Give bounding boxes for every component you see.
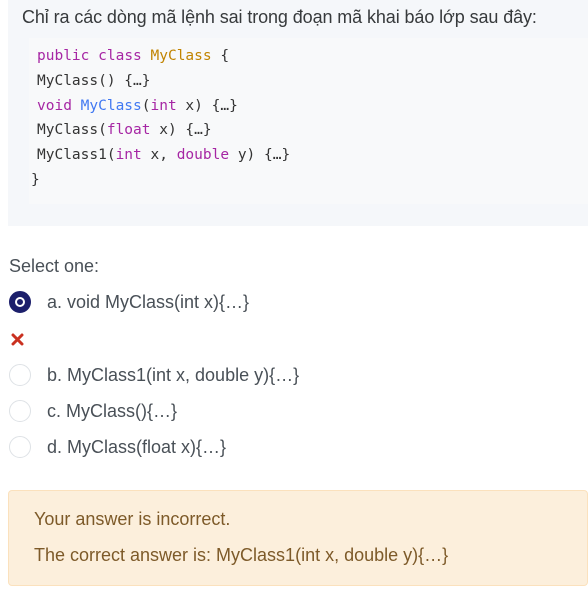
code-line: MyClass1(int x, double y) {…}	[37, 147, 290, 163]
answer-label[interactable]: b. MyClass1(int x, double y){…}	[47, 365, 299, 386]
code-token: MyClass	[80, 98, 142, 114]
code-token: class	[98, 48, 142, 64]
answer-option-d[interactable]: d. MyClass(float x){…}	[9, 434, 226, 460]
answer-label[interactable]: a. void MyClass(int x){…}	[47, 292, 249, 313]
select-prompt: Select one:	[9, 256, 100, 276]
close-icon	[11, 333, 24, 346]
code-token: {	[211, 48, 230, 64]
radio-button[interactable]	[9, 400, 31, 422]
radio-button-checked[interactable]	[9, 291, 31, 313]
answer-option-c[interactable]: c. MyClass(){…}	[9, 398, 177, 424]
correct-answer-text: The correct answer is: MyClass1(int x, d…	[34, 545, 449, 565]
feedback-status: Your answer is incorrect.	[34, 509, 231, 529]
answer-option-b[interactable]: b. MyClass1(int x, double y){…}	[9, 362, 299, 388]
code-token: MyClass1(	[37, 147, 116, 163]
code-token: MyClass(	[37, 122, 107, 138]
answer-label[interactable]: c. MyClass(){…}	[47, 401, 177, 422]
code-token: void	[37, 98, 72, 114]
radio-button[interactable]	[9, 364, 31, 386]
code-block: public class MyClass { MyClass() {…} voi…	[29, 38, 588, 204]
code-token: int	[115, 147, 142, 163]
code-line: MyClass(float x) {…}	[37, 122, 212, 138]
code-token: (	[141, 98, 151, 114]
code-token: MyClass() {…}	[37, 73, 151, 89]
code-line: public class MyClass {	[37, 48, 229, 64]
code-line: void MyClass(int x) {…}	[37, 98, 238, 114]
code-token: x) {…}	[150, 122, 212, 138]
code-token: y) {…}	[229, 147, 291, 163]
question-text: Chỉ ra các dòng mã lệnh sai trong đoạn m…	[22, 7, 537, 27]
code-token: int	[150, 98, 177, 114]
answer-label[interactable]: d. MyClass(float x){…}	[47, 437, 226, 458]
code-token: public	[37, 48, 90, 64]
code-line: }	[31, 172, 40, 188]
question-text-box: Chỉ ra các dòng mã lệnh sai trong đoạn m…	[8, 0, 588, 226]
radio-button[interactable]	[9, 436, 31, 458]
code-line: MyClass() {…}	[37, 73, 151, 89]
code-token: }	[31, 172, 40, 188]
feedback-box: Your answer is incorrect. The correct an…	[8, 490, 588, 586]
code-token: float	[106, 122, 151, 138]
code-token: x) {…}	[176, 98, 238, 114]
code-token: double	[176, 147, 230, 163]
code-token: x,	[141, 147, 177, 163]
answer-option-a[interactable]: a. void MyClass(int x){…}	[9, 289, 249, 315]
code-token: MyClass	[150, 48, 212, 64]
